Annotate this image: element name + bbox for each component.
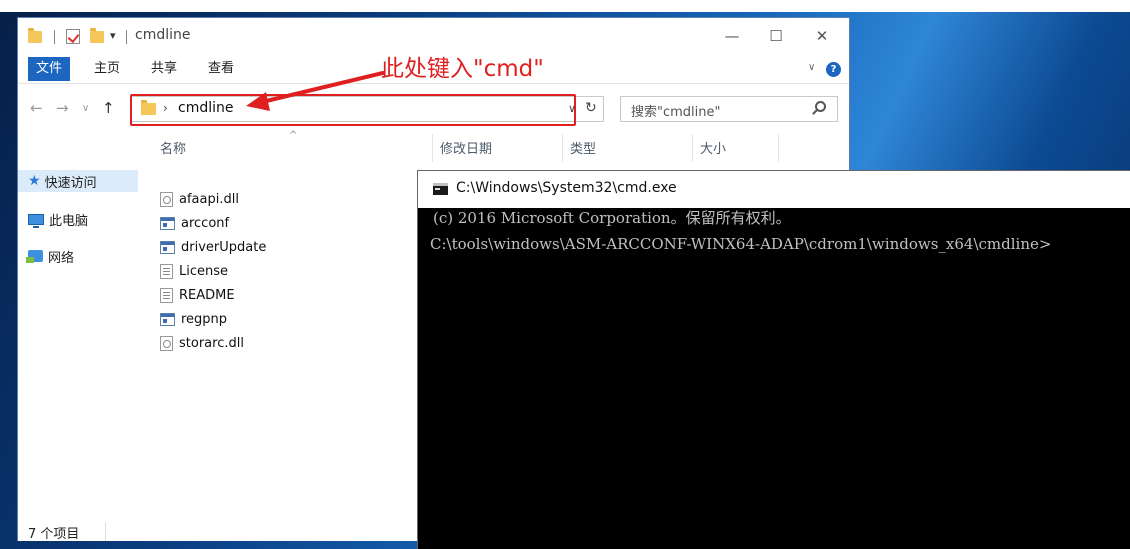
text-file-icon (160, 287, 173, 303)
search-placeholder: 搜索"cmdline" (631, 105, 721, 120)
column-separator[interactable] (692, 134, 693, 162)
file-name: storarc.dll (179, 335, 244, 351)
file-name: License (179, 263, 229, 279)
address-bar-row: ← → ∨ ↑ › cmdline ∨ ↻ 搜索"cmdline" (18, 84, 849, 130)
file-name: arcconf (181, 215, 230, 231)
network-icon (26, 250, 43, 263)
window-title: cmdline (135, 27, 191, 43)
file-row[interactable]: License (160, 260, 228, 282)
status-separator (105, 522, 106, 541)
column-header-type[interactable]: 类型 (570, 138, 596, 157)
maximize-button[interactable]: ☐ (756, 24, 796, 48)
sidebar-item-network[interactable]: 网络 (26, 245, 75, 267)
column-separator[interactable] (562, 134, 563, 162)
file-name: README (179, 287, 235, 303)
forward-button[interactable]: → (56, 99, 69, 117)
console-output[interactable]: (c) 2016 Microsoft Corporation。保留所有权利。 C… (418, 208, 1130, 549)
expand-ribbon-button[interactable]: ∨ (808, 62, 815, 73)
application-icon (160, 240, 175, 254)
navigation-pane: ★ 快速访问 此电脑 网络 (18, 130, 142, 522)
toolbar-separator (126, 30, 127, 44)
file-row[interactable]: arcconf (160, 212, 229, 234)
tab-share[interactable]: 共享 (151, 57, 177, 81)
column-separator[interactable] (432, 134, 433, 162)
sidebar-item-label: 此电脑 (49, 213, 89, 229)
file-row[interactable]: storarc.dll (160, 332, 244, 354)
customize-quick-access-dropdown[interactable]: ▾ (110, 29, 116, 42)
cmd-titlebar: C:\Windows\System32\cmd.exe (418, 171, 1130, 208)
search-input[interactable]: 搜索"cmdline" (620, 96, 838, 122)
file-row[interactable]: regpnp (160, 308, 227, 330)
minimize-button[interactable]: — (712, 24, 752, 48)
column-header-date-modified[interactable]: 修改日期 (440, 138, 492, 157)
column-header-name[interactable]: 名称 (160, 138, 186, 157)
console-line: (c) 2016 Microsoft Corporation。保留所有权利。 (433, 209, 791, 227)
close-button[interactable]: ✕ (802, 24, 842, 48)
console-prompt: C:\tools\windows\ASM-ARCCONF-WINX64-ADAP… (430, 235, 1052, 253)
item-count: 7 个项目 (28, 527, 80, 542)
toolbar-separator (54, 30, 55, 44)
file-name: regpnp (181, 311, 228, 327)
sidebar-item-label: 网络 (48, 250, 75, 266)
sidebar-item-this-pc[interactable]: 此电脑 (28, 208, 88, 230)
star-icon: ★ (28, 173, 41, 189)
desktop-top-strip (0, 0, 1130, 12)
search-icon[interactable] (815, 101, 826, 112)
recent-locations-button[interactable]: ∨ (82, 103, 89, 114)
refresh-icon[interactable]: ↻ (585, 100, 597, 116)
back-button[interactable]: ← (30, 99, 43, 117)
file-row[interactable]: driverUpdate (160, 236, 266, 258)
file-row[interactable]: README (160, 284, 235, 306)
dll-file-icon (160, 335, 173, 351)
annotation-label: 此处键入"cmd" (381, 56, 544, 82)
computer-icon (28, 213, 44, 228)
application-icon (160, 312, 175, 326)
annotation-highlight-box (130, 94, 576, 126)
console-icon (433, 183, 448, 195)
tab-view[interactable]: 查看 (208, 57, 234, 81)
new-folder-icon[interactable] (90, 28, 104, 43)
folder-icon (28, 28, 42, 43)
tab-home[interactable]: 主页 (94, 57, 120, 81)
properties-icon[interactable] (66, 29, 80, 44)
column-header-size[interactable]: 大小 (700, 138, 726, 157)
file-row[interactable]: afaapi.dll (160, 188, 239, 210)
application-icon (160, 216, 175, 230)
sidebar-item-label: 快速访问 (44, 175, 97, 191)
up-button[interactable]: ↑ (102, 99, 115, 117)
sidebar-item-quick-access[interactable]: ★ 快速访问 (18, 170, 138, 192)
command-prompt-window: C:\Windows\System32\cmd.exe (c) 2016 Mic… (417, 170, 1130, 549)
text-file-icon (160, 263, 173, 279)
file-name: afaapi.dll (179, 191, 239, 207)
file-name: driverUpdate (181, 239, 267, 255)
tab-file[interactable]: 文件 (28, 57, 70, 81)
cmd-window-title: C:\Windows\System32\cmd.exe (456, 180, 677, 196)
help-icon[interactable]: ? (826, 62, 841, 77)
column-separator[interactable] (778, 134, 779, 162)
dll-file-icon (160, 191, 173, 207)
sort-ascending-icon: ^ (289, 130, 298, 141)
